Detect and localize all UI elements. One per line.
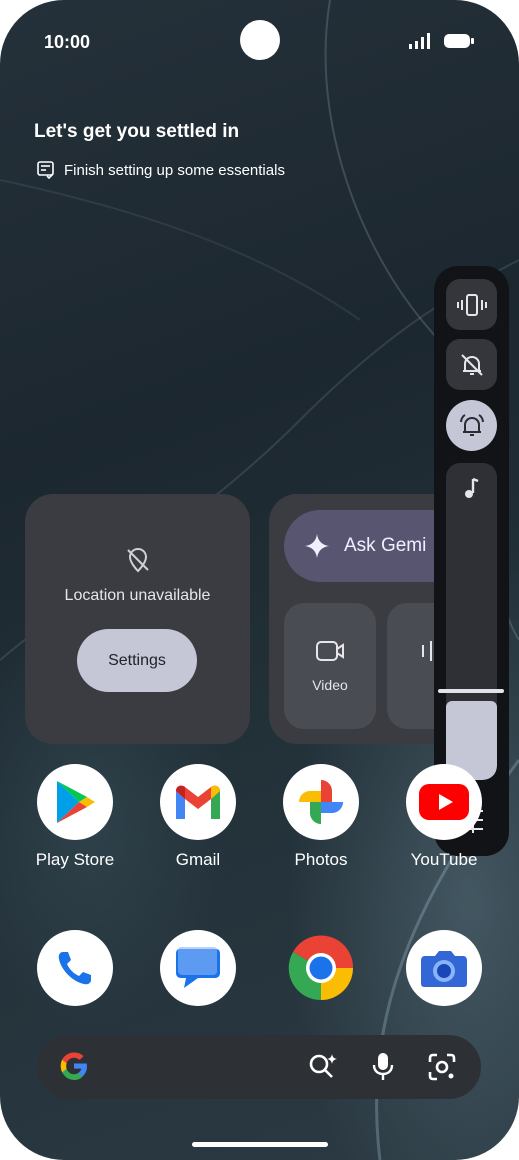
photos-icon [283, 764, 359, 840]
location-message: Location unavailable [64, 587, 211, 604]
home-screen: 10:00 Let's get you settled in Finish se… [0, 0, 519, 1160]
vibrate-icon [456, 293, 487, 316]
home-gesture-bar[interactable] [192, 1142, 328, 1147]
app-photos[interactable]: Photos [266, 764, 376, 870]
battery-icon [444, 34, 474, 48]
app-gmail[interactable]: Gmail [143, 764, 253, 870]
media-volume-slider[interactable] [446, 463, 497, 780]
signal-icon [409, 33, 430, 49]
location-settings-button[interactable]: Settings [77, 629, 197, 692]
app-youtube-label: YouTube [410, 850, 478, 869]
silent-mode-button[interactable] [446, 339, 497, 390]
camera-cutout [240, 20, 280, 60]
app-play-store[interactable]: Play Store [20, 764, 130, 870]
mic-icon[interactable] [371, 1052, 395, 1082]
gemini-sparkle-icon [305, 534, 329, 558]
gemini-video-label: Video [312, 677, 348, 693]
google-search-bar[interactable] [37, 1035, 481, 1099]
app-photos-label: Photos [294, 850, 348, 869]
bell-off-icon [460, 353, 483, 376]
dock-phone[interactable] [20, 930, 130, 1006]
chrome-icon [283, 930, 359, 1006]
phone-icon [37, 930, 113, 1006]
youtube-icon [406, 764, 482, 840]
camera-icon [406, 930, 482, 1006]
location-widget[interactable]: Location unavailable Settings [25, 494, 250, 744]
onboarding-subtitle[interactable]: Finish setting up some essentials [36, 160, 285, 180]
dock-chrome[interactable] [266, 930, 376, 1006]
status-bar: 10:00 [44, 20, 475, 60]
alarm-bell-icon [459, 413, 484, 436]
checklist-icon [37, 161, 54, 180]
app-gmail-label: Gmail [175, 850, 221, 869]
gemini-video-tile[interactable]: Video [284, 603, 376, 729]
music-note-icon [465, 477, 479, 498]
volume-slider-handle[interactable] [438, 689, 504, 693]
dock-camera[interactable] [389, 930, 499, 1006]
gmail-icon [160, 764, 236, 840]
dock-messages[interactable] [143, 930, 253, 1006]
video-camera-icon [316, 641, 344, 661]
location-off-icon [127, 547, 149, 573]
ring-mode-button[interactable] [446, 400, 497, 451]
vibrate-mode-button[interactable] [446, 279, 497, 330]
status-time: 10:00 [44, 32, 91, 52]
lens-icon[interactable] [427, 1052, 457, 1082]
app-youtube[interactable]: YouTube [389, 764, 499, 870]
ask-gemini-label: Ask Gemi [344, 535, 427, 556]
messages-icon [160, 930, 236, 1006]
onboarding-title[interactable]: Let's get you settled in [34, 121, 239, 143]
app-play-store-label: Play Store [35, 850, 115, 869]
search-sparkle-icon[interactable] [307, 1052, 339, 1082]
play-store-icon [37, 764, 113, 840]
google-icon [60, 1052, 87, 1080]
onboarding-subtitle-text: Finish setting up some essentials [64, 161, 285, 179]
